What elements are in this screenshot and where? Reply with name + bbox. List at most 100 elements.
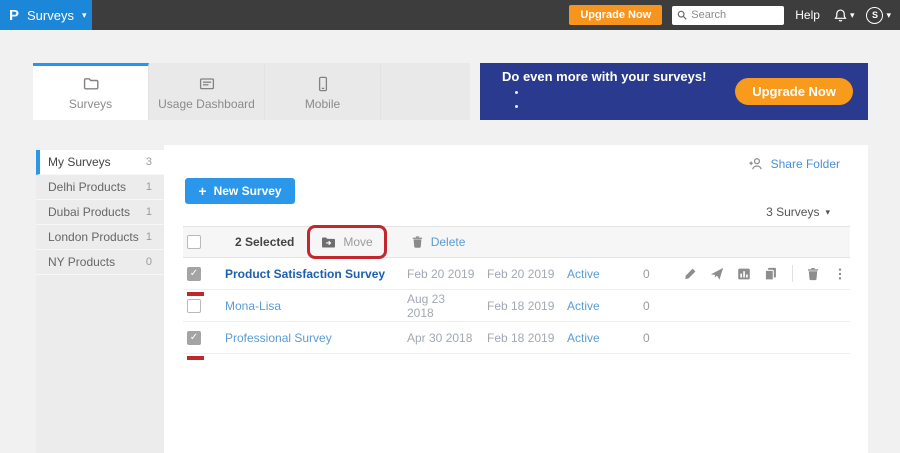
main-panel: Share Folder + New Survey 3 Surveys ▾ ✓ …: [164, 145, 868, 453]
sidebar-folder-item[interactable]: Dubai Products 1: [36, 200, 164, 225]
row-checkbox[interactable]: ✓: [187, 267, 201, 281]
search-box[interactable]: [672, 6, 784, 25]
survey-title-link[interactable]: Professional Survey: [221, 331, 395, 345]
status-label: Active: [555, 299, 625, 313]
trash-icon: [411, 235, 424, 249]
tab[interactable]: Mobile: [265, 63, 381, 120]
delete-trash-icon[interactable]: [806, 267, 820, 281]
folders-sidebar: My Surveys 3 Delhi Products 1 Dubai Prod…: [36, 150, 164, 453]
kebab-menu-icon[interactable]: [833, 267, 847, 281]
reports-bar-chart-icon[interactable]: [737, 267, 751, 281]
row-checkbox[interactable]: ✓: [187, 299, 201, 313]
help-link[interactable]: Help: [795, 8, 820, 22]
folder-count: 1: [146, 231, 152, 243]
new-survey-button[interactable]: + New Survey: [185, 178, 295, 204]
folder-count: 3: [146, 156, 152, 168]
row-checkbox[interactable]: ✓: [187, 331, 201, 345]
folder-icon: [83, 76, 99, 92]
chevron-down-icon: ▾: [886, 11, 891, 20]
sidebar-folder-item[interactable]: London Products 1: [36, 225, 164, 250]
folder-name: My Surveys: [48, 155, 111, 169]
bell-icon: [833, 8, 848, 23]
sidebar-folder-item[interactable]: Delhi Products 1: [36, 175, 164, 200]
divider: [792, 265, 793, 282]
bulk-actions-toolbar: ✓ 2 Selected Move Delete: [183, 226, 850, 258]
plus-icon: +: [198, 183, 206, 199]
move-folder-icon: [321, 236, 336, 249]
banner-upgrade-button[interactable]: Upgrade Now: [735, 78, 853, 105]
app-menu-label: Surveys: [27, 8, 74, 23]
banner-bullets: [502, 86, 735, 114]
share-folder-button[interactable]: Share Folder: [748, 156, 840, 172]
delete-button[interactable]: Delete: [411, 235, 466, 249]
share-person-icon: [748, 156, 764, 172]
check-icon: ✓: [190, 333, 198, 343]
date-created: Feb 20 2019: [395, 267, 475, 281]
share-folder-label: Share Folder: [771, 157, 840, 171]
chevron-down-icon: ▾: [850, 11, 855, 20]
folder-name: Delhi Products: [48, 180, 126, 194]
app-menu[interactable]: P Surveys ▾: [0, 0, 92, 30]
avatar: S: [866, 7, 883, 24]
tab-label: Usage Dashboard: [158, 97, 255, 111]
survey-row: ✓ Professional Survey Apr 30 2018 Feb 18…: [183, 322, 850, 354]
responses-count: 0: [625, 299, 680, 313]
tab-label: Surveys: [69, 97, 112, 111]
selected-count-label: 2 Selected: [235, 235, 294, 249]
move-label: Move: [343, 235, 372, 249]
new-survey-label: New Survey: [214, 184, 282, 198]
survey-row: ✓ Product Satisfaction Survey Feb 20 201…: [183, 258, 850, 290]
check-icon: ✓: [190, 269, 198, 279]
search-input[interactable]: [691, 9, 779, 21]
status-label: Active: [555, 267, 625, 281]
responses-count: 0: [625, 267, 680, 281]
folder-count: 1: [146, 206, 152, 218]
date-modified: Feb 18 2019: [475, 331, 555, 345]
surveys-table: ✓ 2 Selected Move Delete: [183, 226, 850, 354]
date-created: Aug 23 2018: [395, 292, 475, 320]
survey-title-link[interactable]: Mona-Lisa: [221, 299, 395, 313]
account-menu[interactable]: S ▾: [866, 7, 891, 24]
dashboard-icon: [199, 76, 215, 92]
banner-bullet: [528, 100, 735, 114]
folder-name: NY Products: [48, 255, 115, 269]
send-paper-plane-icon[interactable]: [710, 267, 724, 281]
chevron-down-icon: ▾: [825, 208, 830, 217]
delete-label: Delete: [431, 235, 466, 249]
tab[interactable]: Surveys: [33, 63, 149, 120]
row-actions: [680, 265, 850, 282]
folder-count: 0: [146, 256, 152, 268]
tab[interactable]: Usage Dashboard: [149, 63, 265, 120]
chevron-down-icon: ▾: [82, 11, 87, 20]
annotation-underline: [187, 292, 204, 296]
edit-pencil-icon[interactable]: [683, 267, 697, 281]
sidebar-folder-item[interactable]: My Surveys 3: [36, 150, 164, 175]
notifications-button[interactable]: ▾: [833, 8, 855, 23]
tabs-bar: Surveys Usage Dashboard Mobile: [33, 63, 470, 120]
banner-bullet: [528, 86, 735, 100]
sidebar-folder-item[interactable]: NY Products 0: [36, 250, 164, 275]
tabs-filler: [381, 63, 470, 120]
date-modified: Feb 18 2019: [475, 299, 555, 313]
search-icon: [677, 10, 687, 20]
select-all-checkbox[interactable]: ✓: [187, 235, 201, 249]
banner-title: Do even more with your surveys!: [502, 69, 735, 84]
logo-icon: P: [9, 7, 19, 24]
folder-name: London Products: [48, 230, 139, 244]
responses-count: 0: [625, 331, 680, 345]
date-modified: Feb 20 2019: [475, 267, 555, 281]
status-label: Active: [555, 331, 625, 345]
surveys-count-dropdown[interactable]: 3 Surveys ▾: [766, 205, 830, 219]
mobile-icon: [315, 76, 331, 92]
survey-title-link[interactable]: Product Satisfaction Survey: [221, 267, 395, 281]
annotation-underline: [187, 356, 204, 360]
duplicate-copy-icon[interactable]: [764, 267, 778, 281]
upgrade-now-button[interactable]: Upgrade Now: [569, 5, 662, 25]
promo-banner: Do even more with your surveys! Upgrade …: [480, 63, 868, 120]
date-created: Apr 30 2018: [395, 331, 475, 345]
tab-label: Mobile: [305, 97, 340, 111]
survey-row: ✓ Mona-Lisa Aug 23 2018 Feb 18 2019 Acti…: [183, 290, 850, 322]
surveys-count-label: 3 Surveys: [766, 205, 819, 219]
topbar: P Surveys ▾ Upgrade Now Help ▾ S ▾: [0, 0, 900, 30]
move-button[interactable]: Move: [310, 230, 383, 254]
